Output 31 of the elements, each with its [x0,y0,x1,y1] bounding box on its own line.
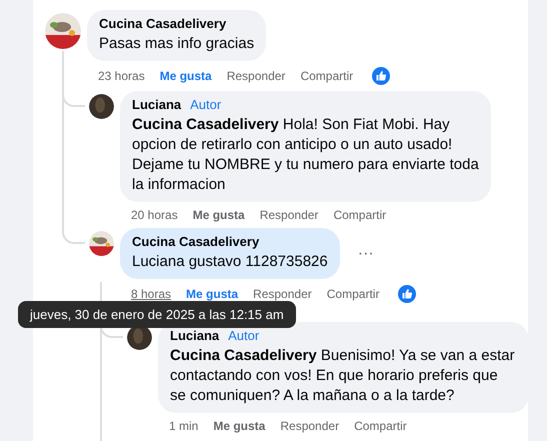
timestamp-link[interactable]: 8 horas [131,287,172,301]
comment-text: Cucina Casadelivery Hola! Son Fiat Mobi. Hay opcion de retirarlo con anticipo o un auto usado! Dejame tu NOMBRE y tu numero para enviarte toda la informacion [132,115,479,195]
date-tooltip: jueves, 30 de enero de 2025 a las 12:15 am [18,301,296,328]
reply-link[interactable]: Responder [280,419,340,433]
like-icon[interactable] [372,67,390,85]
more-options-button[interactable]: ··· [354,244,378,262]
like-link[interactable]: Me gusta [160,69,212,83]
author-name[interactable]: Luciana [170,328,220,344]
reply-link[interactable]: Responder [226,69,286,83]
author-name[interactable]: Cucina Casadelivery [99,16,226,32]
like-link[interactable]: Me gusta [213,419,266,433]
timestamp-link[interactable]: 20 horas [131,208,178,222]
timestamp-link[interactable]: 1 min [169,419,198,433]
reply-link[interactable]: Responder [260,208,318,222]
like-icon[interactable] [398,285,416,303]
comment-text: Cucina Casadelivery Buenisimo! Ya se van a estar contactando con vos! En que horario preferis que se comuniquen? A la mañana o a la tarde? [170,346,516,406]
comment-text: Pasas mas info gracias [99,34,254,54]
author-name[interactable]: Cucina Casadelivery [132,234,260,250]
share-link[interactable]: Compartir [326,287,380,301]
like-link[interactable]: Me gusta [192,208,245,222]
share-link[interactable]: Compartir [354,419,407,433]
share-link[interactable]: Compartir [333,208,386,222]
reply-link[interactable]: Responder [253,287,312,301]
timestamp-link[interactable]: 23 horas [98,69,145,83]
author-label: Autor [190,97,222,113]
comment-text: Luciana gustavo 1128735826 [132,252,328,272]
author-name[interactable]: Luciana [132,97,182,113]
avatar[interactable] [89,94,114,119]
like-link[interactable]: Me gusta [186,287,238,301]
share-link[interactable]: Compartir [300,69,354,83]
author-label: Autor [228,328,260,344]
